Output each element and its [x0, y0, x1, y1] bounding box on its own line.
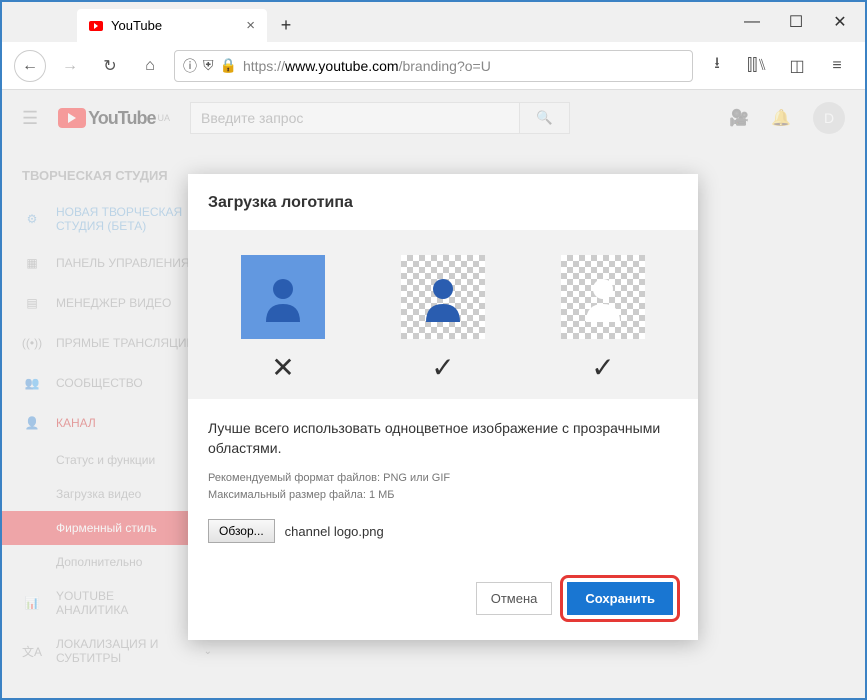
library-button[interactable]: ⫿⫿⑊ — [741, 50, 773, 82]
hamburger-icon[interactable]: ☰ — [22, 108, 38, 129]
thumb-transparent-white — [561, 255, 645, 339]
back-button[interactable]: ← — [14, 50, 46, 82]
yt-logo-icon — [58, 108, 86, 128]
user-icon: 👤 — [22, 413, 42, 433]
check-icon: ✓ — [591, 351, 614, 384]
sidebar-button[interactable]: ◫ — [781, 50, 813, 82]
new-tab-button[interactable]: + — [271, 10, 301, 40]
upload-logo-modal: Загрузка логотипа ✕ ✓ ✓ Лучше всего испо… — [188, 174, 698, 640]
cross-icon: ✕ — [271, 351, 294, 384]
person-icon — [418, 272, 468, 322]
menu-button[interactable]: ≡ — [821, 50, 853, 82]
chevron-down-icon: ⌄ — [204, 646, 212, 657]
live-icon: ((•)) — [22, 333, 42, 353]
person-icon — [258, 272, 308, 322]
home-button[interactable]: ⌂ — [134, 50, 166, 82]
save-highlight: Сохранить — [560, 575, 680, 622]
search-input[interactable] — [190, 102, 520, 134]
tab-close-icon[interactable]: × — [246, 17, 255, 34]
yt-logo-text: YouTube — [88, 108, 155, 129]
translate-icon: 文A — [22, 641, 42, 661]
nav-bar: ← → ↻ ⌂ ⓘ ⛨ 🔒 https://www.youtube.com/br… — [2, 42, 865, 90]
window-maximize[interactable]: ☐ — [789, 15, 803, 29]
person-icon — [578, 272, 628, 322]
forward-button[interactable]: → — [54, 50, 86, 82]
tab-bar: YouTube × + — [2, 2, 865, 42]
avatar[interactable]: D — [813, 102, 845, 134]
yt-header: ☰ YouTube UA 🔍 🎥 🔔 D — [2, 90, 865, 146]
yt-logo[interactable]: YouTube UA — [58, 108, 170, 129]
search-button[interactable]: 🔍 — [520, 102, 570, 134]
cancel-button[interactable]: Отмена — [476, 582, 553, 615]
lock-icon: 🔒 — [220, 57, 237, 74]
save-button[interactable]: Сохранить — [567, 582, 673, 615]
downloads-button[interactable]: ⭳ — [701, 50, 733, 82]
dashboard-icon: ▦ — [22, 253, 42, 273]
community-icon: 👥 — [22, 373, 42, 393]
url-text: https://www.youtube.com/branding?o=U — [243, 58, 491, 74]
reload-button[interactable]: ↻ — [94, 50, 126, 82]
notifications-icon[interactable]: 🔔 — [771, 108, 791, 128]
modal-title: Загрузка логотипа — [188, 174, 698, 230]
example-good-blue: ✓ — [401, 255, 485, 384]
example-bad: ✕ — [241, 255, 325, 384]
browse-button[interactable]: Обзор... — [208, 519, 275, 543]
modal-examples: ✕ ✓ ✓ — [188, 230, 698, 399]
thumb-solid — [241, 255, 325, 339]
check-icon: ✓ — [431, 351, 454, 384]
modal-description: Лучше всего использовать одноцветное изо… — [208, 419, 678, 458]
yt-region: UA — [157, 113, 170, 123]
tab-favicon — [89, 21, 103, 31]
tab-title: YouTube — [111, 18, 162, 33]
create-icon[interactable]: 🎥 — [729, 108, 749, 128]
modal-hint: Рекомендуемый формат файлов: PNG или GIF… — [208, 470, 678, 503]
video-icon: ▤ — [22, 293, 42, 313]
info-icon[interactable]: ⓘ — [183, 56, 197, 76]
gear-icon: ⚙ — [22, 209, 42, 229]
browser-tab[interactable]: YouTube × — [77, 9, 267, 42]
window-close[interactable]: ✕ — [833, 15, 847, 29]
analytics-icon: 📊 — [22, 593, 42, 613]
thumb-transparent-blue — [401, 255, 485, 339]
selected-filename: channel logo.png — [285, 524, 384, 539]
example-good-white: ✓ — [561, 255, 645, 384]
yt-search: 🔍 — [190, 102, 570, 134]
url-bar[interactable]: ⓘ ⛨ 🔒 https://www.youtube.com/branding?o… — [174, 50, 693, 82]
window-minimize[interactable]: — — [745, 15, 759, 29]
tracking-icon[interactable]: ⛨ — [203, 57, 214, 74]
